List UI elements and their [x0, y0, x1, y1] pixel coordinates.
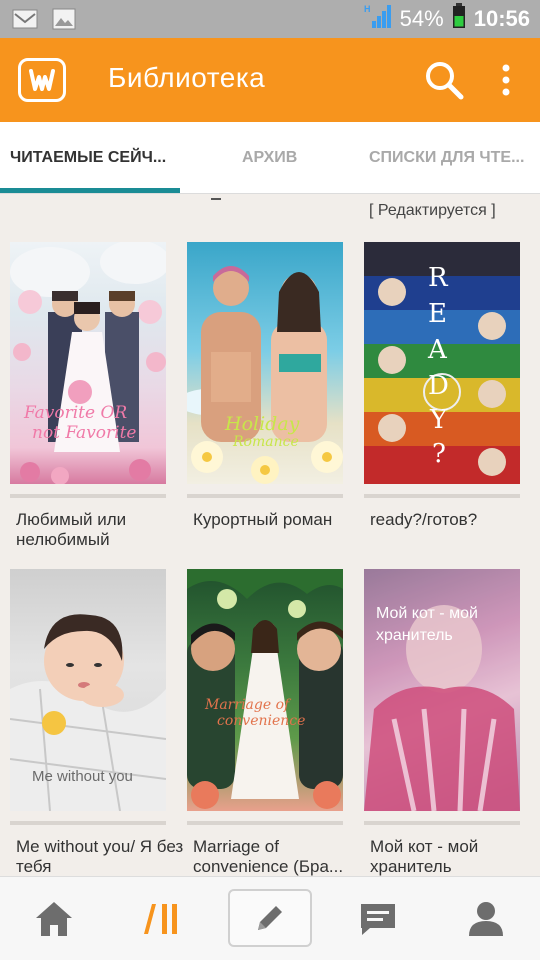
bottom-navigation	[0, 876, 540, 960]
library-icon	[144, 904, 177, 934]
svg-text:Favorite OR: Favorite OR	[23, 403, 127, 423]
battery-icon	[452, 3, 466, 35]
page-title: Библиотека	[108, 62, 266, 93]
home-icon	[36, 902, 72, 936]
reading-progress-bar	[187, 821, 343, 825]
svg-text:?: ?	[432, 439, 446, 469]
svg-text:Romance: Romance	[232, 434, 299, 450]
svg-text:R: R	[428, 263, 449, 293]
reading-progress-bar	[10, 494, 166, 498]
book-cover[interactable]: Holiday Romance	[187, 242, 343, 484]
svg-text:Holiday: Holiday	[224, 413, 300, 435]
nav-write[interactable]	[228, 889, 312, 947]
tab-archive[interactable]: АРХИВ	[242, 122, 312, 194]
tab-reading-lists[interactable]: СПИСКИ ДЛЯ ЧТЕ...	[369, 122, 534, 194]
overflow-menu-button[interactable]	[492, 58, 520, 102]
tab-currently-reading[interactable]: ЧИТАЕМЫЕ СЕЙЧ...	[10, 122, 175, 194]
svg-text:E: E	[428, 299, 447, 329]
svg-text:H: H	[364, 4, 371, 14]
book-title: Me without you/ Я без тебя	[16, 837, 184, 876]
battery-percent: 54%	[399, 6, 444, 31]
mail-notification-icon	[12, 8, 38, 35]
library-grid[interactable]: [ Редактируется ] Favorite OR not Favori…	[0, 194, 540, 876]
book-cover[interactable]: Marriage of convenience	[187, 569, 343, 811]
reading-progress-bar	[187, 494, 343, 498]
reading-progress-bar	[364, 494, 520, 498]
svg-text:A: A	[427, 335, 448, 365]
book-title: ready?/готов?	[370, 510, 478, 529]
scrolled-text-fragment	[211, 194, 221, 200]
signal-icon: H	[364, 3, 392, 35]
svg-text:Marriage of: Marriage of	[204, 697, 292, 713]
nav-library[interactable]	[122, 877, 202, 960]
svg-text:Y: Y	[429, 405, 448, 435]
tab-bar: ЧИТАЕМЫЕ СЕЙЧ... АРХИВ СПИСКИ ДЛЯ ЧТЕ...	[0, 122, 540, 194]
pencil-icon	[258, 906, 282, 930]
search-button[interactable]	[422, 58, 466, 102]
reading-progress-bar	[10, 821, 166, 825]
svg-text:D: D	[428, 371, 449, 401]
book-cover[interactable]: Favorite OR not Favorite	[10, 242, 166, 484]
clock: 10:56	[473, 6, 530, 31]
svg-text:Me without you: Me without you	[32, 768, 133, 785]
search-icon	[426, 62, 464, 100]
book-cover[interactable]: R E A D Y ?	[364, 242, 520, 484]
svg-text:convenience: convenience	[217, 713, 305, 729]
status-bar: H 54% 10:56	[0, 0, 540, 38]
more-vert-icon	[502, 64, 510, 96]
image-notification-icon	[52, 8, 76, 35]
cover-title-text: Мой кот - мой хранитель	[376, 605, 478, 644]
book-cover[interactable]: Мой кот - мой хранитель	[364, 569, 520, 811]
active-tab-indicator	[0, 188, 180, 193]
nav-messages[interactable]	[338, 877, 418, 960]
chat-icon	[361, 904, 395, 935]
book-title: Marriage of convenience (Бра...	[193, 837, 344, 876]
person-icon	[469, 902, 503, 936]
book-title: Мой кот - мой хранитель	[370, 837, 479, 876]
book-title: Любимый или нелюбимый	[16, 510, 127, 549]
book-title: Курортный роман	[193, 510, 333, 529]
book-cover[interactable]: Me without you	[10, 569, 166, 811]
wattpad-logo-icon[interactable]	[18, 58, 66, 102]
nav-profile[interactable]	[446, 877, 526, 960]
reading-progress-bar	[364, 821, 520, 825]
editing-status: [ Редактируется ]	[369, 202, 496, 219]
nav-home[interactable]	[14, 877, 94, 960]
svg-text:not Favorite: not Favorite	[32, 423, 137, 443]
app-bar: Библиотека	[0, 38, 540, 122]
